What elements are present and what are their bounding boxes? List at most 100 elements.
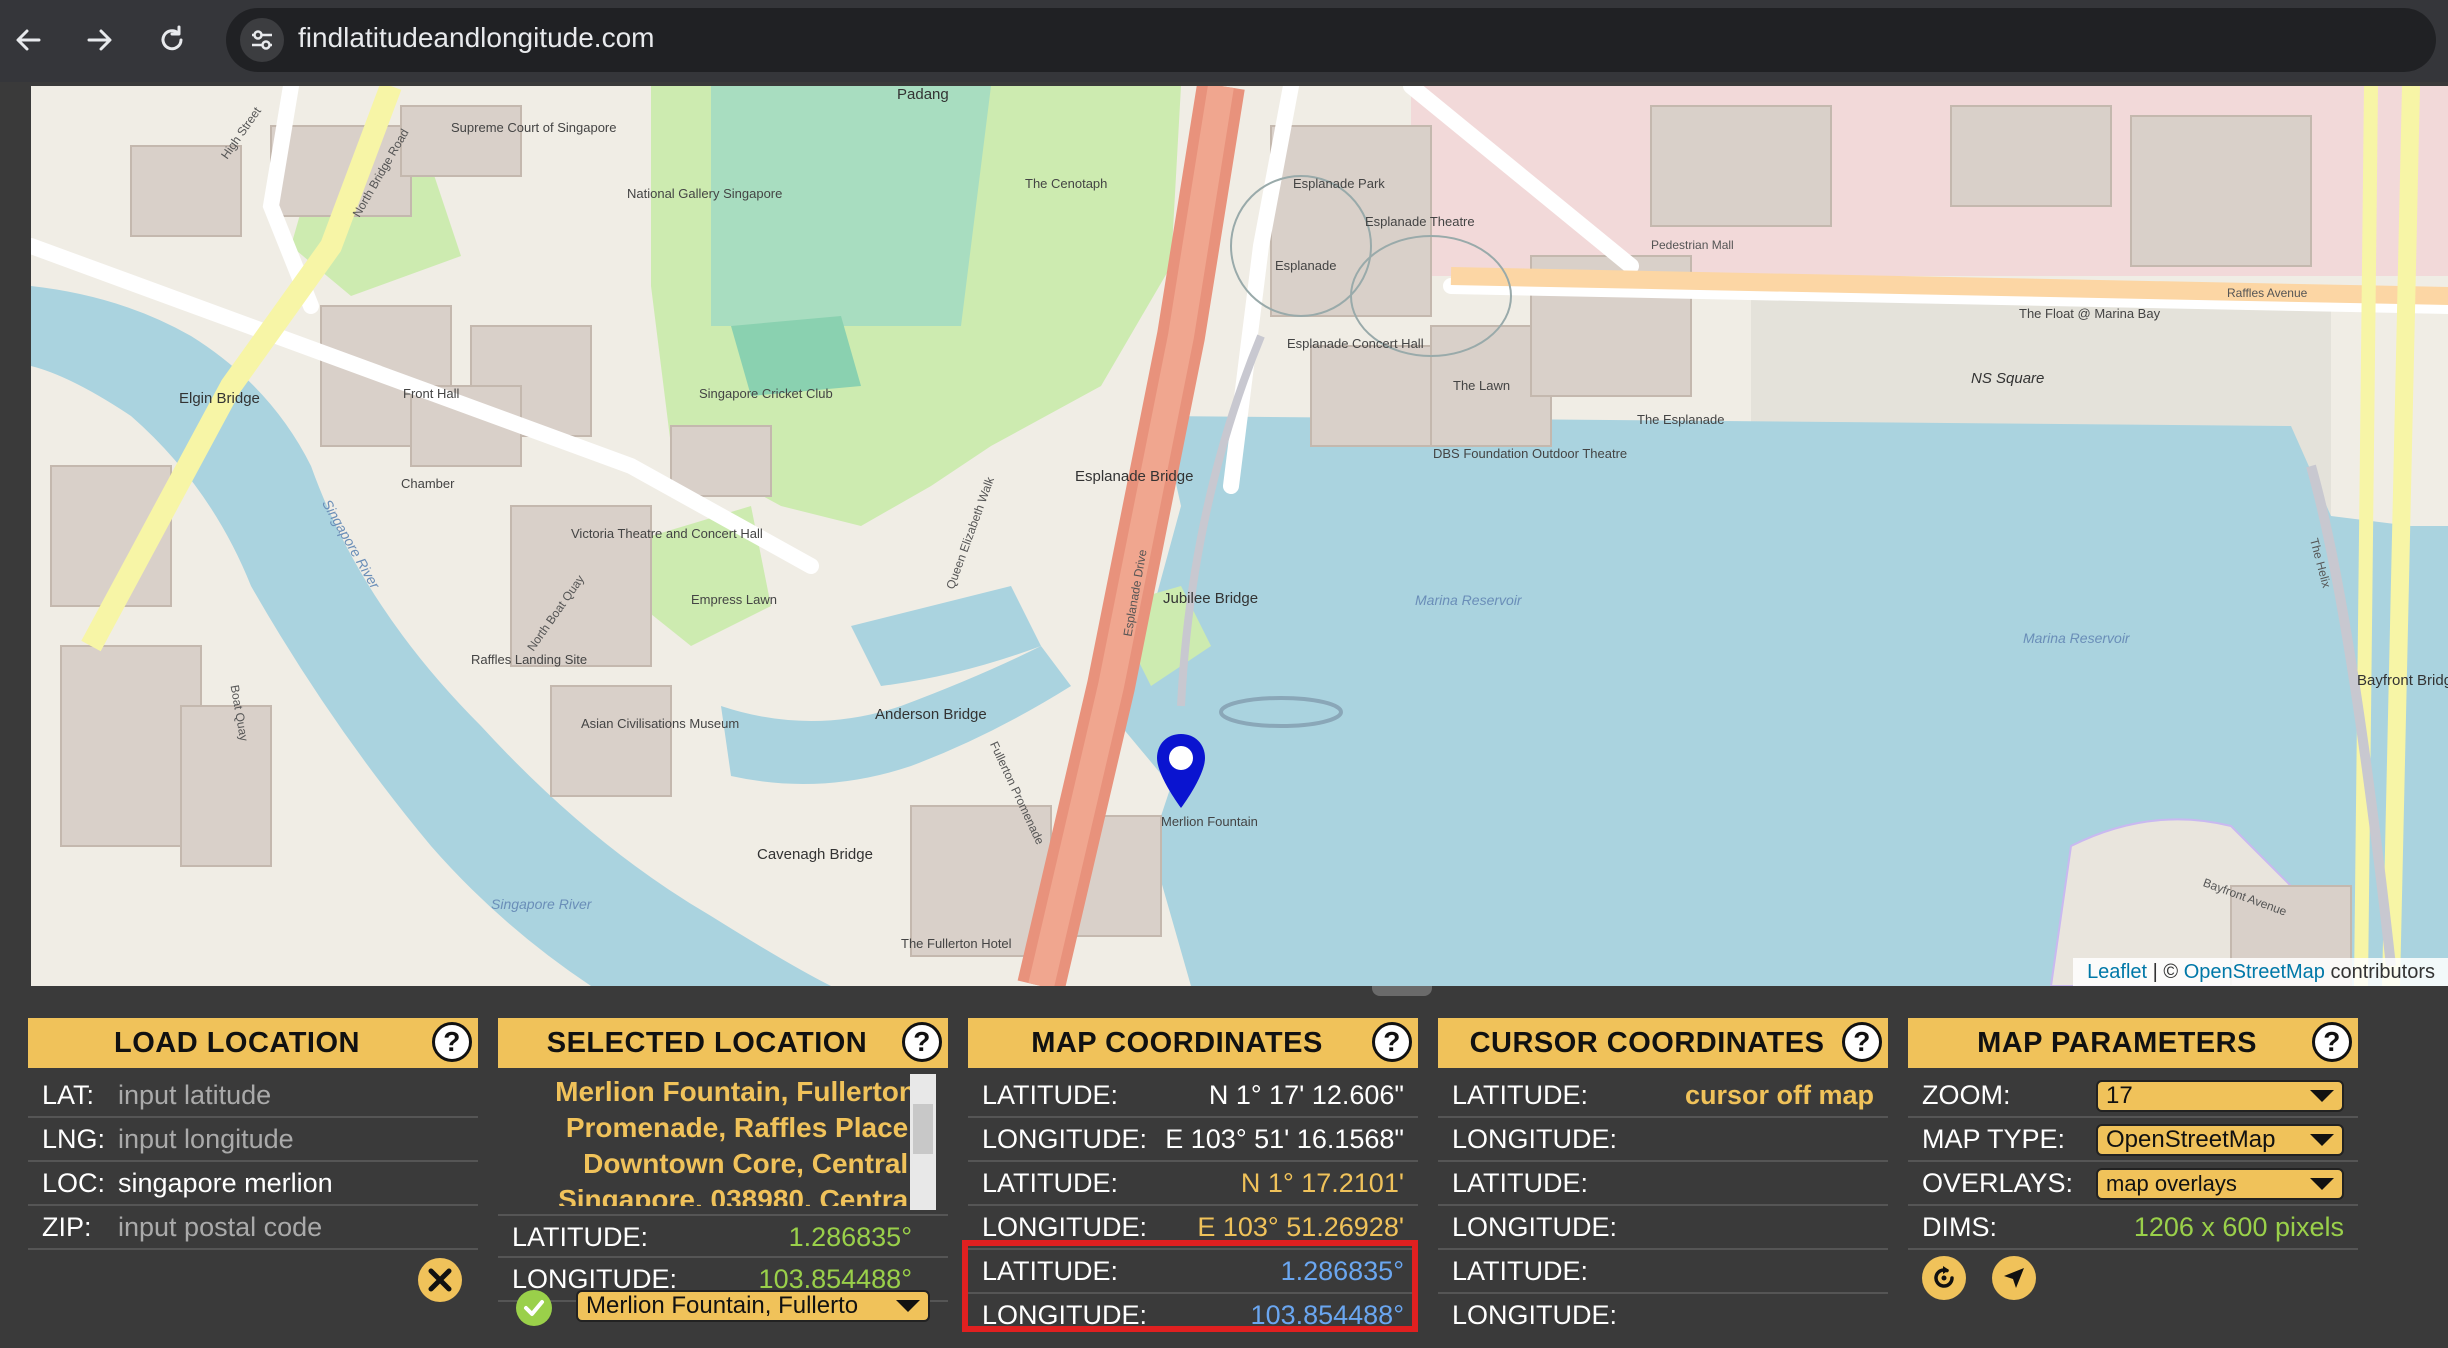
overlays-label: OVERLAYS: <box>1922 1168 2074 1198</box>
coord-label: LONGITUDE: <box>982 1124 1148 1154</box>
overlays-select-value: map overlays <box>2106 1171 2237 1196</box>
lat-input[interactable]: input latitude <box>118 1080 271 1111</box>
reload-button[interactable] <box>144 14 200 66</box>
panel-title-text: MAP PARAMETERS <box>1977 1027 2257 1059</box>
zip-input[interactable]: input postal code <box>118 1212 322 1243</box>
map-label: Marina Reservoir <box>1415 592 1522 608</box>
address-scrollbar[interactable] <box>910 1074 936 1210</box>
map-label: Singapore Cricket Club <box>699 386 833 401</box>
overlays-select[interactable]: map overlays <box>2096 1168 2344 1200</box>
attribution-contributors: contributors <box>2324 961 2435 983</box>
panel-title: MAP PARAMETERS ? <box>1908 1018 2358 1068</box>
help-button[interactable]: ? <box>432 1022 472 1062</box>
map-label: Marina Reservoir <box>2023 630 2130 646</box>
map-label: Jubilee Bridge <box>1163 590 1259 607</box>
help-button[interactable]: ? <box>1842 1022 1882 1062</box>
map-type-row: MAP TYPE: OpenStreetMap <box>1908 1118 2358 1162</box>
panel-title: MAP COORDINATES ? <box>968 1018 1418 1068</box>
map-label: NS Square <box>1971 370 2045 387</box>
scroll-thumb[interactable] <box>913 1104 933 1154</box>
help-button[interactable]: ? <box>2312 1022 2352 1062</box>
coord-label: LATITUDE: <box>982 1080 1119 1110</box>
zoom-row: ZOOM: 17 <box>1908 1074 2358 1118</box>
map-label: Bayfront Bridge <box>2357 672 2448 689</box>
loc-input[interactable]: singapore merlion <box>118 1168 333 1199</box>
coord-value: N 1° 17.2101' <box>1240 1168 1404 1198</box>
map-label: Esplanade Park <box>1293 176 1385 191</box>
loc-input-row: LOC: singapore merlion <box>28 1162 478 1206</box>
panel-title-text: CURSOR COORDINATES <box>1469 1027 1825 1059</box>
lng-input-row: LNG: input longitude <box>28 1118 478 1162</box>
cursor-label: LONGITUDE: <box>1452 1300 1618 1330</box>
cursor-value: cursor off map <box>1684 1080 1874 1110</box>
zoom-select[interactable]: 17 <box>2096 1080 2344 1112</box>
cursor-row: LONGITUDE: <box>1438 1206 1888 1250</box>
loc-label: LOC: <box>42 1168 106 1198</box>
panel-title-text: LOAD LOCATION <box>114 1027 360 1059</box>
dims-value: 1206 x 600 pixels <box>2133 1212 2344 1242</box>
close-icon <box>428 1268 452 1292</box>
selected-location-panel: SELECTED LOCATION ? Merlion Fountain, Fu… <box>498 1018 948 1330</box>
help-button[interactable]: ? <box>902 1022 942 1062</box>
arrow-left-icon <box>16 29 41 51</box>
map-attribution: Leaflet | © OpenStreetMap contributors <box>2073 958 2448 986</box>
location-pin-icon[interactable] <box>1155 732 1207 810</box>
map-parameters-panel: MAP PARAMETERS ? ZOOM: 17 MAP TYPE: Open… <box>1908 1018 2358 1330</box>
map-label: The Cenotaph <box>1025 176 1108 191</box>
coord-row: LATITUDE: N 1° 17' 12.606" <box>968 1074 1418 1118</box>
map-label: DBS Foundation Outdoor Theatre <box>1433 446 1628 461</box>
overlays-row: OVERLAYS: map overlays <box>1908 1162 2358 1206</box>
attribution-separator: | © <box>2147 961 2184 983</box>
map-label: Raffles Landing Site <box>471 652 588 667</box>
lat-label: LATITUDE: <box>512 1222 649 1252</box>
check-icon <box>516 1290 552 1326</box>
lng-label: LNG: <box>42 1124 106 1154</box>
cursor-row: LONGITUDE: <box>1438 1294 1888 1338</box>
lng-input[interactable]: input longitude <box>118 1124 294 1155</box>
map-type-select[interactable]: OpenStreetMap <box>2096 1124 2344 1156</box>
chevron-down-icon <box>2310 1134 2334 1146</box>
map-label: Cavenagh Bridge <box>757 846 873 863</box>
chevron-down-icon <box>2310 1178 2334 1190</box>
coord-label: LATITUDE: <box>982 1168 1119 1198</box>
map-label: The Fullerton Hotel <box>901 936 1012 951</box>
map-label: Anderson Bridge <box>875 706 987 723</box>
map-resize-handle[interactable] <box>1372 986 1432 996</box>
place-select-value: Merlion Fountain, Fullerto <box>586 1292 859 1319</box>
dims-row: DIMS: 1206 x 600 pixels <box>1908 1206 2358 1250</box>
decimal-coordinates-highlight <box>962 1240 1418 1332</box>
arrow-right-icon <box>87 29 112 51</box>
address-bar[interactable]: findlatitudeandlongitude.com <box>226 8 2436 72</box>
reset-button[interactable] <box>1922 1256 1966 1300</box>
map-tiles[interactable] <box>31 86 2448 986</box>
map-label: Chamber <box>401 476 455 491</box>
lat-input-row: LAT: input latitude <box>28 1074 478 1118</box>
lat-label: LAT: <box>42 1080 95 1110</box>
map-label: Raffles Avenue <box>2227 286 2308 300</box>
cursor-label: LATITUDE: <box>1452 1080 1589 1110</box>
zoom-select-value: 17 <box>2106 1082 2133 1109</box>
url-text[interactable]: findlatitudeandlongitude.com <box>298 22 654 54</box>
coord-row: LATITUDE: N 1° 17.2101' <box>968 1162 1418 1206</box>
chevron-down-icon <box>2310 1090 2334 1102</box>
map-view[interactable]: Padang Supreme Court of Singapore Nation… <box>31 86 2448 986</box>
load-location-panel: LOAD LOCATION ? LAT: input latitude LNG:… <box>28 1018 478 1330</box>
forward-button[interactable] <box>72 14 128 66</box>
map-type-label: MAP TYPE: <box>1922 1124 2066 1154</box>
clear-button[interactable] <box>418 1258 462 1302</box>
place-select[interactable]: Merlion Fountain, Fullerto <box>576 1290 930 1322</box>
locate-me-button[interactable] <box>1992 1256 2036 1300</box>
help-button[interactable]: ? <box>1372 1022 1412 1062</box>
zoom-label: ZOOM: <box>1922 1080 2011 1110</box>
cursor-row: LONGITUDE: <box>1438 1118 1888 1162</box>
coord-value: E 103° 51.26928' <box>1197 1212 1404 1242</box>
osm-link[interactable]: OpenStreetMap <box>2184 961 2325 983</box>
back-button[interactable] <box>0 14 56 66</box>
cursor-label: LONGITUDE: <box>1452 1124 1618 1154</box>
panel-title: LOAD LOCATION ? <box>28 1018 478 1068</box>
site-info-button[interactable] <box>240 18 284 62</box>
selected-lat-row: LATITUDE: 1.286835° <box>498 1214 948 1258</box>
panel-title-text: MAP COORDINATES <box>1031 1027 1323 1059</box>
leaflet-link[interactable]: Leaflet <box>2087 961 2147 983</box>
chevron-down-icon <box>896 1300 920 1312</box>
